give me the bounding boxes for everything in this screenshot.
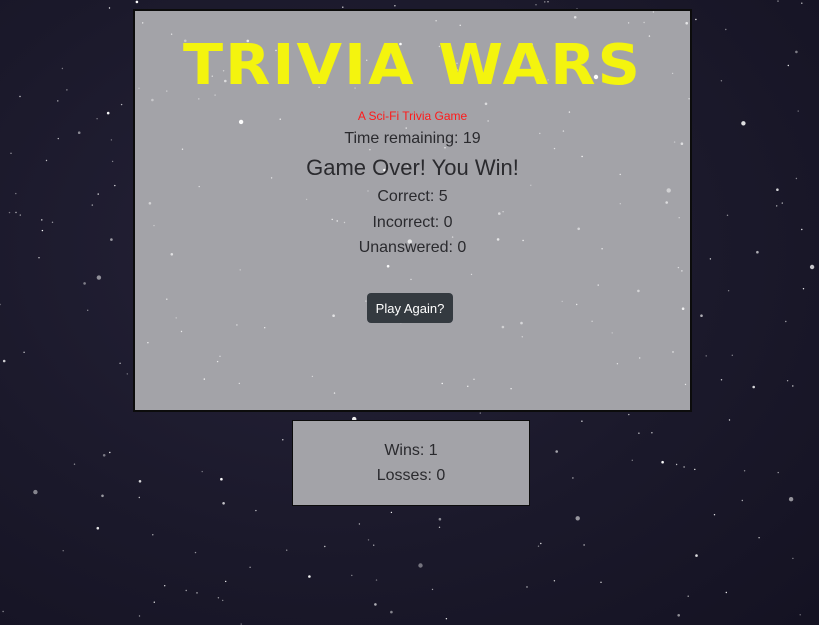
play-again-button[interactable]: Play Again?	[367, 293, 453, 323]
time-remaining: Time remaining: 19	[344, 130, 481, 147]
game-panel: TRIVIA WARS A Sci-Fi Trivia Game Time re…	[133, 9, 692, 412]
game-subtitle: A Sci-Fi Trivia Game	[357, 109, 468, 123]
scoreboard-panel: Wins: 1 Losses: 0	[292, 420, 530, 506]
wins-count: Wins: 1	[384, 442, 438, 459]
game-title: TRIVIA WARS	[182, 33, 643, 98]
correct-count: Correct: 5	[377, 188, 448, 205]
incorrect-count: Incorrect: 0	[372, 214, 453, 231]
unanswered-count: Unanswered: 0	[358, 239, 467, 256]
game-result: Game Over! You Win!	[306, 155, 519, 180]
losses-count: Losses: 0	[376, 467, 446, 484]
